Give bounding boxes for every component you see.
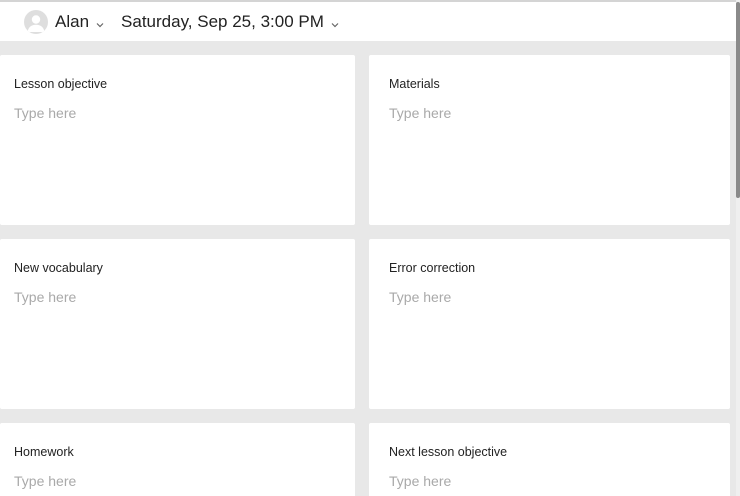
error-correction-input[interactable] bbox=[389, 289, 722, 305]
vertical-scrollbar[interactable] bbox=[736, 0, 740, 496]
card-materials: Materials bbox=[369, 55, 730, 225]
card-next-lesson-objective: Next lesson objective bbox=[369, 423, 730, 496]
chevron-down-icon bbox=[330, 17, 340, 27]
card-title: Lesson objective bbox=[14, 77, 108, 91]
card-title: Error correction bbox=[389, 261, 476, 275]
homework-input[interactable] bbox=[14, 473, 341, 489]
new-vocabulary-input[interactable] bbox=[14, 289, 341, 305]
card-title: New vocabulary bbox=[14, 261, 103, 275]
scrollbar-thumb[interactable] bbox=[736, 2, 740, 198]
card-title: Materials bbox=[389, 77, 440, 91]
chevron-down-icon bbox=[95, 17, 105, 27]
card-new-vocabulary: New vocabulary bbox=[0, 239, 355, 409]
user-name: Alan bbox=[55, 11, 90, 31]
datetime-selector[interactable]: Saturday, Sep 25, 3:00 PM bbox=[121, 12, 340, 32]
card-error-correction: Error correction bbox=[369, 239, 730, 409]
card-title: Homework bbox=[14, 445, 74, 459]
materials-input[interactable] bbox=[389, 105, 722, 121]
card-homework: Homework bbox=[0, 423, 355, 496]
user-avatar-icon bbox=[24, 9, 48, 34]
user-selector[interactable]: Alan bbox=[24, 9, 105, 34]
next-lesson-objective-input[interactable] bbox=[389, 473, 722, 489]
lesson-datetime: Saturday, Sep 25, 3:00 PM bbox=[121, 11, 324, 31]
lesson-header: Alan Saturday, Sep 25, 3:00 PM bbox=[0, 2, 736, 41]
card-lesson-objective: Lesson objective bbox=[0, 55, 355, 225]
card-title: Next lesson objective bbox=[389, 445, 508, 459]
lesson-objective-input[interactable] bbox=[14, 105, 341, 121]
